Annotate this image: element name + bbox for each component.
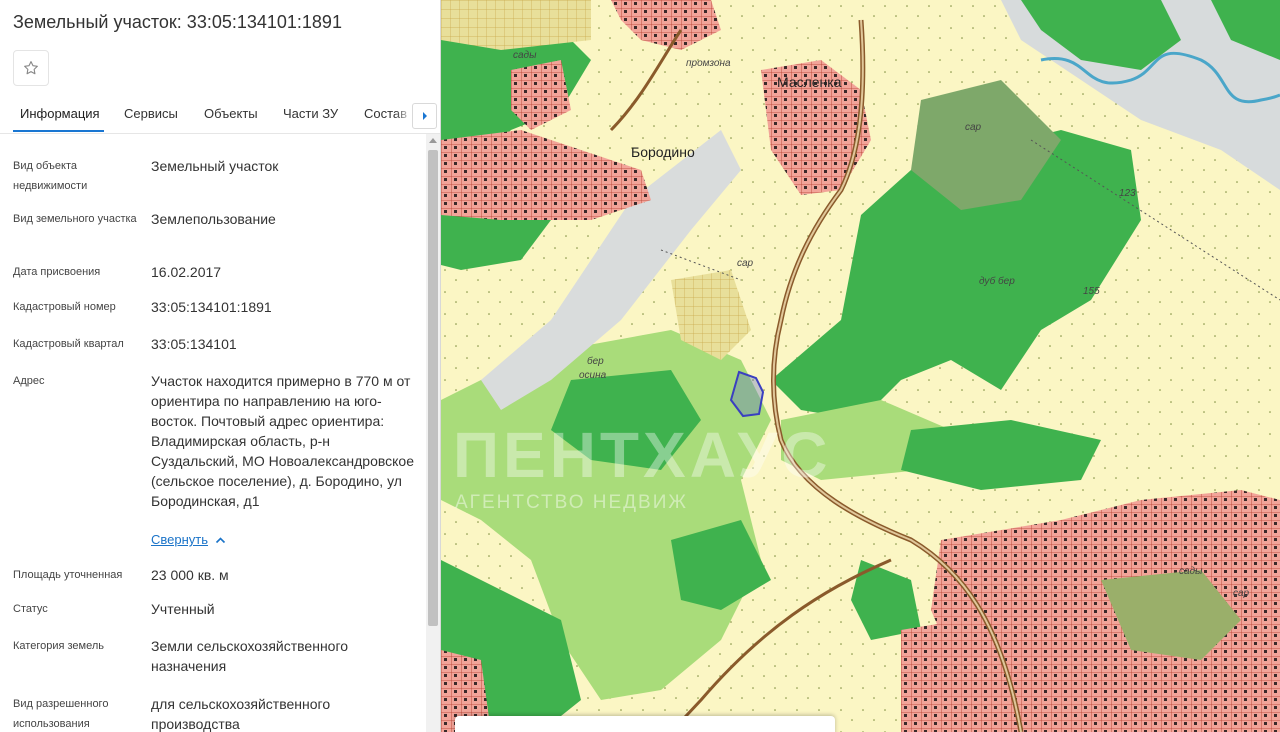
map-bottom-card[interactable] [455, 716, 835, 732]
map-view[interactable]: Масленка Бородино промзона сады сар сар … [441, 0, 1280, 732]
star-outline-icon [24, 61, 38, 75]
map-label-ber: бер [587, 356, 604, 367]
field-label: Кадастровый номер [13, 301, 116, 313]
field-value: 33:05:134101:1891 [151, 299, 272, 315]
watermark-logo: ПЕНТХАУС [453, 419, 832, 491]
map-label-maslenka: Масленка [777, 74, 842, 90]
field-value: 33:05:134101 [151, 336, 237, 352]
tab-bar: Информация Сервисы Объекты Части ЗУ Сост… [0, 96, 441, 134]
field-label: Статус [13, 603, 48, 615]
field-label: Адрес [13, 375, 45, 387]
field-label: Площадь уточненная [13, 569, 123, 581]
field-value: 23 000 кв. м [151, 567, 229, 583]
map-label-sar: сар [737, 258, 754, 269]
map-label-elevation: 155 [1083, 286, 1100, 297]
active-tab-indicator [13, 130, 104, 132]
tab-info[interactable]: Информация [20, 106, 100, 121]
map-label-sady: сады [513, 50, 537, 61]
watermark-subtitle: АГЕНТСТВО НЕДВИЖ [455, 492, 688, 513]
map-label-elevation: 123 [1119, 188, 1136, 199]
field-label: Категория земель [13, 640, 104, 652]
chevron-up-icon[interactable] [215, 536, 226, 544]
field-value: Землепользование [151, 211, 276, 227]
map-label-sar: сар [965, 122, 982, 133]
map-label-osina: осина [579, 370, 607, 381]
tab-scroll-right-button[interactable] [412, 103, 437, 129]
tab-services[interactable]: Сервисы [124, 106, 178, 121]
field-value: 16.02.2017 [151, 264, 222, 280]
field-label: Вид разрешенного использования [13, 698, 109, 730]
scroll-up-arrow-icon[interactable] [429, 138, 437, 143]
app-root: Земельный участок: 33:05:134101:1891 Инф… [0, 0, 1280, 732]
map-label-sar: сар [1233, 588, 1250, 599]
map-label-sady: сады [1179, 566, 1203, 577]
map-label-dub: дуб бер [979, 276, 1015, 287]
field-label: Дата присвоения [13, 266, 101, 278]
tab-objects[interactable]: Объекты [204, 106, 258, 121]
favorite-button[interactable] [13, 50, 49, 86]
chevron-right-icon [422, 112, 427, 120]
field-value: Участок находится примерно в 770 м от ор… [151, 373, 415, 509]
field-value: для сельскохозяйственного производства [151, 696, 331, 732]
field-value: Земли сельскохозяйственного назначения [151, 638, 349, 674]
field-label: Кадастровый квартал [13, 338, 124, 350]
page-title: Земельный участок: 33:05:134101:1891 [13, 12, 342, 32]
map-canvas [441, 0, 1280, 732]
map-label-borodino: Бородино [631, 144, 695, 160]
tab-parts[interactable]: Части ЗУ [283, 106, 338, 121]
field-value: Учтенный [151, 601, 215, 617]
info-list: Вид объекта недвижимости Земельный участ… [0, 134, 425, 732]
info-panel: Земельный участок: 33:05:134101:1891 Инф… [0, 0, 441, 732]
collapse-link[interactable]: Свернуть [151, 532, 208, 547]
tab-fade [395, 97, 413, 131]
field-label: Вид земельного участка [13, 213, 137, 225]
scrollbar-thumb[interactable] [428, 150, 438, 626]
field-value: Земельный участок [151, 158, 279, 174]
map-label-promzona: промзона [686, 58, 731, 69]
field-label: Вид объекта недвижимости [13, 160, 88, 192]
